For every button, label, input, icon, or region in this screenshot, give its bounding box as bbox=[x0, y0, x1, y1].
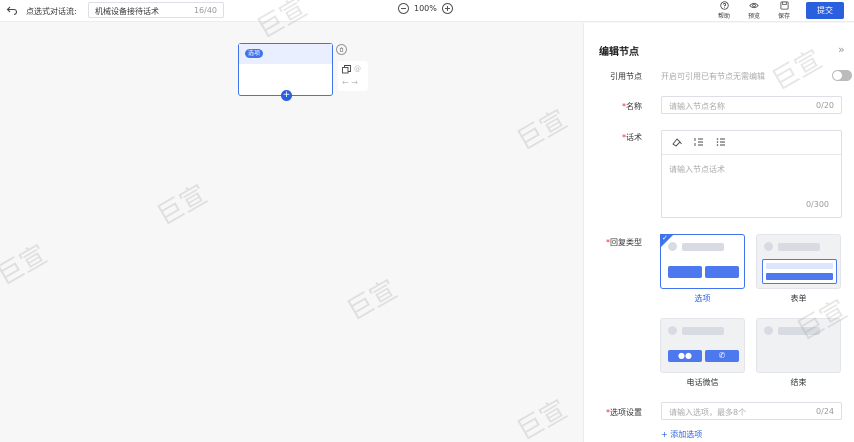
ref-node-label: 引用节点 bbox=[610, 72, 642, 81]
move-arrows-icon[interactable]: ← → bbox=[342, 78, 358, 87]
eye-icon bbox=[749, 2, 759, 9]
preview-dot bbox=[764, 326, 773, 335]
node-header: 选项 bbox=[239, 44, 332, 64]
option-settings-label-text: 选项设置 bbox=[610, 408, 642, 417]
flow-name-count: 16/40 bbox=[193, 6, 217, 15]
option-count: 0/24 bbox=[816, 407, 834, 416]
preview-bar bbox=[778, 243, 820, 251]
reply-type-form-label: 表单 bbox=[790, 294, 807, 303]
collapse-panel-icon[interactable]: » bbox=[838, 43, 845, 56]
preview-label: 预览 bbox=[747, 13, 760, 20]
name-count: 0/20 bbox=[816, 101, 834, 110]
format-paint-icon[interactable] bbox=[671, 136, 683, 148]
zoom-level: 100% bbox=[414, 4, 437, 13]
delete-node-icon[interactable] bbox=[336, 44, 347, 55]
preview-option-2 bbox=[705, 266, 739, 278]
flow-name-value: 机械设备接待话术 bbox=[95, 7, 159, 16]
script-count: 0/300 bbox=[805, 200, 829, 209]
save-button[interactable]: 保存 bbox=[773, 1, 795, 21]
ref-node-toggle[interactable] bbox=[832, 70, 852, 81]
flow-canvas[interactable]: 选项 + @ ← → bbox=[0, 23, 582, 442]
help-icon bbox=[719, 1, 729, 10]
zoom-in-icon[interactable] bbox=[442, 3, 453, 14]
reply-type-form-card[interactable] bbox=[756, 234, 841, 289]
add-node-icon[interactable]: + bbox=[281, 90, 292, 101]
node-type-tag: 选项 bbox=[245, 49, 264, 58]
script-label-text: 话术 bbox=[626, 133, 642, 142]
help-label: 帮助 bbox=[717, 13, 730, 20]
reply-type-option-label: 选项 bbox=[694, 294, 711, 303]
name-label-text: 名称 bbox=[626, 102, 642, 111]
preview-dot bbox=[668, 326, 677, 335]
preview-bar bbox=[682, 327, 724, 335]
edit-node-panel: 编辑节点 » 引用节点 开启可引用已有节点无需编辑 *名称 请输入节点名称 0/… bbox=[583, 23, 854, 442]
option-input[interactable]: 请输入选项，最多8个 0/24 bbox=[661, 402, 842, 420]
preview-form-button bbox=[766, 273, 833, 280]
save-label: 保存 bbox=[777, 13, 790, 20]
zoom-out-icon[interactable] bbox=[398, 3, 409, 14]
preview-form-box bbox=[762, 259, 837, 284]
preview-bar bbox=[682, 243, 724, 251]
bullet-list-icon[interactable] bbox=[715, 136, 727, 148]
node-toolbox: @ ← → bbox=[338, 61, 368, 91]
script-editor[interactable]: 请输入节点话术 0/300 bbox=[661, 130, 842, 218]
wechat-icon: ●● bbox=[668, 350, 702, 362]
link-icon[interactable]: @ bbox=[354, 65, 361, 73]
option-placeholder: 请输入选项，最多8个 bbox=[669, 408, 747, 417]
script-label: *话术 bbox=[584, 132, 642, 143]
preview-form-field bbox=[766, 263, 833, 269]
ordered-list-icon[interactable] bbox=[693, 136, 705, 148]
copy-icon[interactable] bbox=[342, 65, 351, 74]
help-button[interactable]: 帮助 bbox=[713, 1, 735, 21]
back-arrow-icon[interactable] bbox=[6, 4, 18, 16]
add-option-link[interactable]: + 添加选项 bbox=[661, 429, 702, 440]
preview-dot bbox=[668, 242, 677, 251]
name-label: *名称 bbox=[584, 101, 642, 112]
reply-type-end-card[interactable] bbox=[756, 318, 841, 373]
ref-node-hint: 开启可引用已有节点无需编辑 bbox=[661, 72, 765, 81]
reply-type-label-text: 回复类型 bbox=[610, 238, 642, 247]
check-icon: ✓ bbox=[662, 234, 668, 242]
flow-label: 点选式对话流: bbox=[26, 7, 77, 16]
save-icon bbox=[779, 1, 789, 10]
reply-type-label: *回复类型 bbox=[584, 237, 642, 248]
script-placeholder: 请输入节点话术 bbox=[669, 165, 725, 174]
flow-node[interactable]: 选项 + bbox=[238, 43, 333, 101]
preview-button[interactable]: 预览 bbox=[743, 1, 765, 21]
reply-type-option-card[interactable]: ✓ bbox=[660, 234, 745, 289]
panel-title: 编辑节点 bbox=[599, 47, 639, 58]
preview-option-1 bbox=[668, 266, 702, 278]
name-input[interactable]: 请输入节点名称 0/20 bbox=[661, 96, 842, 114]
editor-toolbar bbox=[662, 131, 841, 155]
preview-bar bbox=[778, 327, 820, 335]
phone-icon: ✆ bbox=[705, 350, 739, 362]
submit-button[interactable]: 提交 bbox=[806, 2, 844, 19]
top-bar: 点选式对话流: 机械设备接待话术 16/40 100% 帮助 预览 保存 提交 bbox=[0, 0, 854, 22]
reply-type-phone-label: 电话微信 bbox=[686, 378, 719, 387]
reply-type-end-label: 结束 bbox=[790, 378, 807, 387]
flow-name-input[interactable]: 机械设备接待话术 16/40 bbox=[88, 2, 224, 18]
preview-dot bbox=[764, 242, 773, 251]
name-placeholder: 请输入节点名称 bbox=[669, 102, 725, 111]
reply-type-phone-card[interactable]: ●● ✆ bbox=[660, 318, 745, 373]
option-settings-label: *选项设置 bbox=[584, 407, 642, 418]
